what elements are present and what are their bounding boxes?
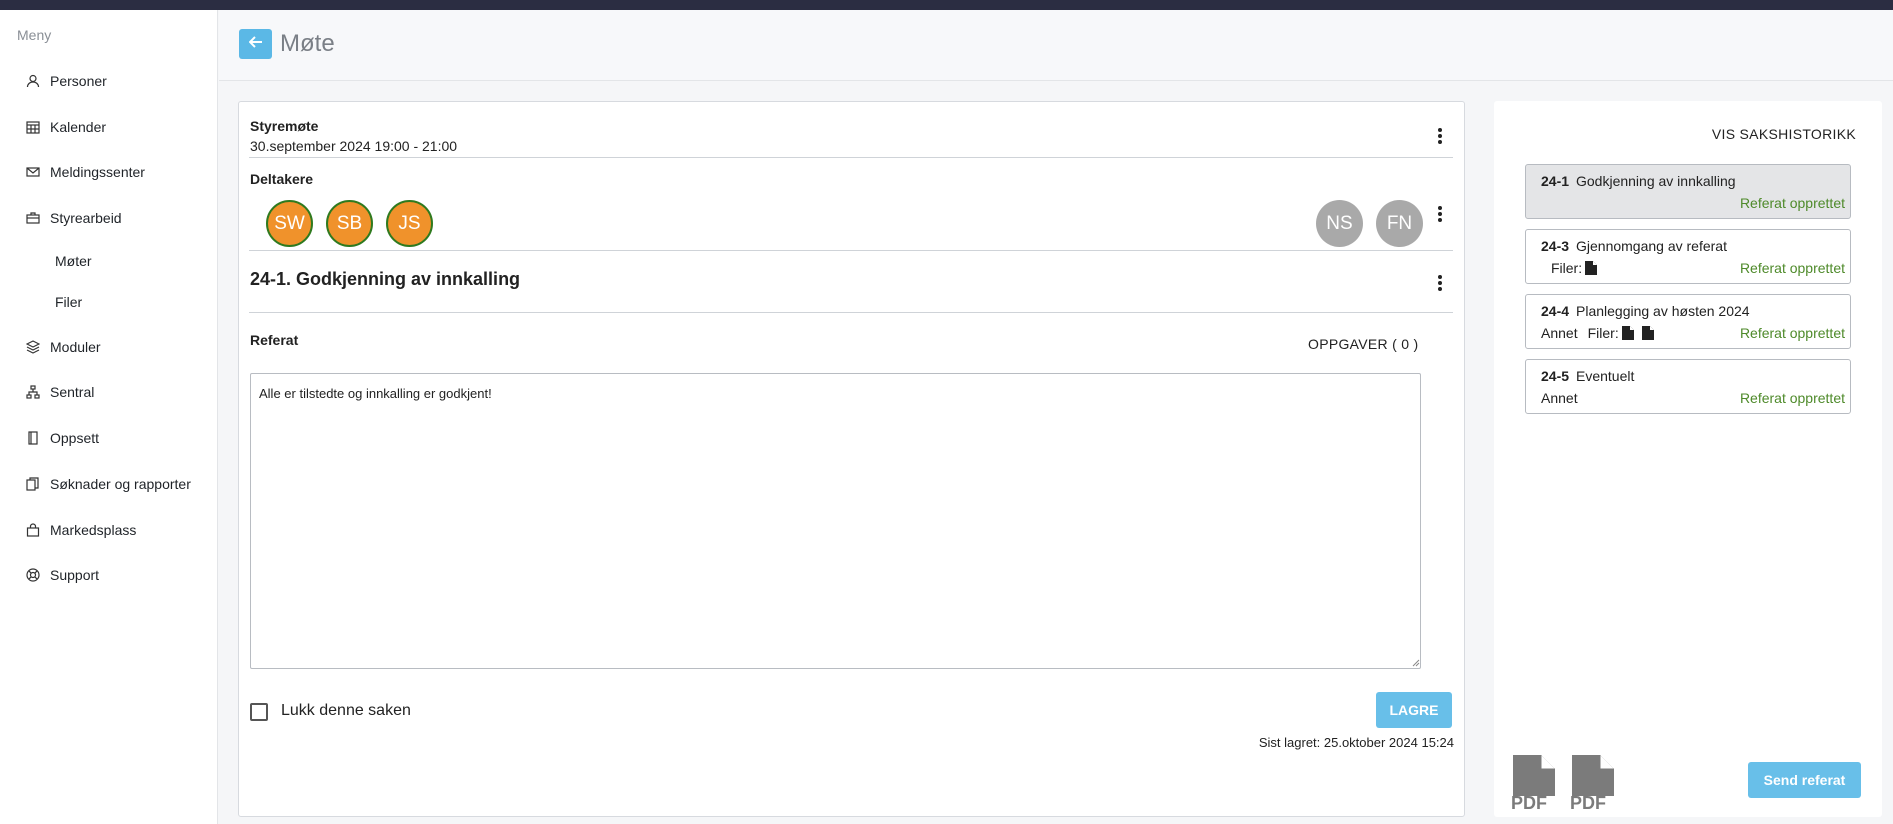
sidebar-item-label: Styrearbeid	[50, 210, 122, 226]
case-history-link[interactable]: VIS SAKSHISTORIKK	[1712, 126, 1856, 142]
shopping-bag-icon	[26, 523, 40, 537]
lifebuoy-icon	[26, 568, 40, 582]
agenda-item-title: 24-1. Godkjenning av innkalling	[250, 269, 521, 289]
sidebar-item-soknader[interactable]: Søknader og rapporter	[26, 473, 191, 495]
tasks-link[interactable]: OPPGAVER ( 0 )	[1308, 336, 1419, 352]
case-history-panel: VIS SAKSHISTORIKK 24-1 Godkjenning av in…	[1494, 101, 1882, 817]
book-icon	[26, 431, 40, 445]
pdf-download-icon[interactable]: PDF	[1568, 755, 1620, 810]
case-status: Referat opprettet	[1739, 260, 1845, 276]
meeting-name: Styremøte	[250, 118, 319, 134]
save-button[interactable]: LAGRE	[1376, 692, 1452, 728]
sidebar-item-label: Personer	[50, 73, 107, 89]
sidebar-item-label: Moduler	[50, 339, 101, 355]
case-title: Gjennomgang av referat	[1576, 238, 1727, 254]
sidebar-item-label: Meldingssenter	[50, 164, 145, 180]
close-case-checkbox[interactable]	[250, 703, 268, 721]
close-case-label: Lukk denne saken	[281, 702, 411, 719]
sidebar-subitem-filer[interactable]: Filer	[55, 294, 82, 310]
case-status: Referat opprettet	[1739, 390, 1845, 406]
sidebar-item-label: Søknader og rapporter	[50, 476, 191, 492]
referat-textarea[interactable]: Alle er tilstedte og innkalling er godkj…	[250, 373, 1421, 669]
sidebar-item-moduler[interactable]: Moduler	[26, 336, 101, 358]
kebab-icon	[1438, 275, 1442, 279]
meeting-time: 30.september 2024 19:00 - 21:00	[250, 138, 458, 154]
case-title: Godkjenning av innkalling	[1576, 173, 1736, 189]
files-label: Filer:	[1587, 325, 1619, 341]
case-number: 24-5	[1541, 368, 1570, 384]
case-sub-label: Annet	[1541, 390, 1578, 406]
last-saved-text: Sist lagret: 25.oktober 2024 15:24	[1258, 735, 1454, 750]
divider	[249, 312, 1453, 313]
sidebar-item-label: Markedsplass	[50, 522, 137, 538]
case-status: Referat opprettet	[1739, 325, 1845, 341]
case-title: Eventuelt	[1576, 368, 1635, 384]
sidebar-item-label: Sentral	[50, 384, 95, 400]
sidebar-item-sentral[interactable]: Sentral	[26, 381, 94, 403]
layers-icon	[26, 340, 40, 354]
briefcase-icon	[26, 211, 40, 225]
meeting-card: Styremøte 30.september 2024 19:00 - 21:0…	[238, 101, 1465, 817]
kebab-icon	[1438, 128, 1442, 132]
sidebar-subitem-moter[interactable]: Møter	[55, 253, 92, 269]
sidebar-item-label: Kalender	[50, 119, 107, 135]
case-number: 24-4	[1541, 303, 1570, 319]
sidebar-item-personer[interactable]: Personer	[26, 70, 107, 92]
page-title: Møte	[280, 30, 335, 57]
sidebar-item-support[interactable]: Support	[26, 564, 99, 586]
avatar-present[interactable]: SB	[326, 200, 373, 247]
sidebar-item-label: Support	[50, 567, 100, 583]
case-number: 24-1	[1541, 173, 1570, 189]
mail-icon	[26, 165, 40, 179]
calendar-icon	[26, 120, 40, 134]
documents-icon	[26, 477, 40, 491]
case-item[interactable]: 24-3 Gjennomgang av referat Filer: Refer…	[1525, 229, 1851, 284]
divider	[249, 157, 1453, 158]
pdf-file-icon[interactable]	[1621, 326, 1634, 340]
person-icon	[26, 74, 40, 88]
pdf-file-icon[interactable]	[1585, 261, 1598, 275]
referat-label: Referat	[250, 332, 299, 348]
case-status: Referat opprettet	[1739, 195, 1845, 211]
participants-menu-button[interactable]	[1433, 204, 1447, 224]
participants-label: Deltakere	[250, 171, 314, 187]
kebab-icon	[1438, 206, 1442, 210]
pdf-file-icon[interactable]	[1641, 326, 1654, 340]
top-bar	[0, 0, 1893, 10]
files-label: Filer:	[1551, 260, 1583, 276]
page-header: Møte	[219, 10, 1893, 81]
sidebar-item-markedsplass[interactable]: Markedsplass	[26, 519, 136, 541]
svg-text:PDF: PDF	[1511, 793, 1547, 810]
divider	[249, 250, 1453, 251]
sidebar: Meny Personer Kalender Meldingssenter St…	[0, 10, 218, 824]
resize-grip-icon[interactable]	[1412, 659, 1420, 667]
send-referat-button[interactable]: Send referat	[1748, 762, 1861, 798]
avatar-absent[interactable]: FN	[1376, 200, 1423, 247]
avatar-absent[interactable]: NS	[1316, 200, 1363, 247]
case-files: Annet Filer:	[1541, 325, 1654, 341]
agenda-menu-button[interactable]	[1433, 273, 1447, 293]
sidebar-item-label: Oppsett	[50, 430, 100, 446]
case-item[interactable]: 24-4 Planlegging av høsten 2024 Annet Fi…	[1525, 294, 1851, 349]
arrow-left-icon	[248, 35, 263, 53]
case-item[interactable]: 24-1 Godkjenning av innkalling Referat o…	[1525, 164, 1851, 219]
menu-title: Meny	[17, 27, 52, 43]
sidebar-item-kalender[interactable]: Kalender	[26, 116, 106, 138]
back-button[interactable]	[239, 29, 272, 59]
case-number: 24-3	[1541, 238, 1570, 254]
case-item[interactable]: 24-5 Eventuelt Annet Referat opprettet	[1525, 359, 1851, 414]
svg-text:PDF: PDF	[1570, 793, 1606, 810]
meeting-menu-button[interactable]	[1433, 126, 1447, 146]
pdf-download-icon[interactable]: PDF	[1509, 755, 1561, 810]
sidebar-item-oppsett[interactable]: Oppsett	[26, 427, 99, 449]
sitemap-icon	[26, 385, 40, 399]
case-files: Filer:	[1551, 260, 1598, 276]
case-sub-label: Annet	[1541, 325, 1578, 341]
case-title: Planlegging av høsten 2024	[1576, 303, 1750, 319]
avatar-present[interactable]: JS	[386, 200, 433, 247]
avatar-present[interactable]: SW	[266, 200, 313, 247]
sidebar-item-meldingssenter[interactable]: Meldingssenter	[26, 161, 145, 183]
sidebar-item-styrearbeid[interactable]: Styrearbeid	[26, 207, 122, 229]
